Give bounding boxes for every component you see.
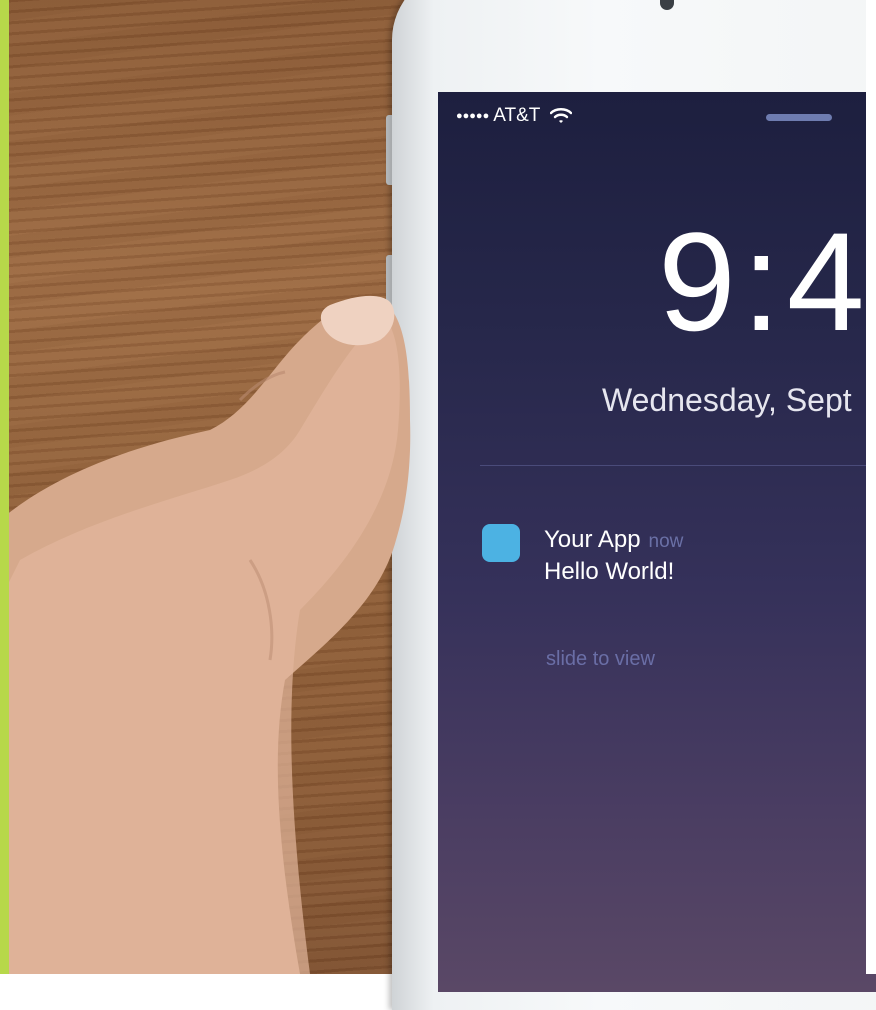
notification-center-grabber[interactable] [766,114,832,121]
app-icon [482,524,520,562]
notification-time: now [648,531,684,552]
right-gutter [866,0,876,974]
notification-app-name: Your App now [544,526,683,554]
status-bar: ●●●●● AT&T [456,104,573,128]
carrier-label: AT&T [493,105,541,126]
slide-to-view-hint[interactable]: slide to view [546,648,655,671]
divider [480,465,876,466]
notification-app-label: Your App [544,526,641,553]
lock-screen[interactable]: ●●●●● AT&T 9:4 Wednesday, Sept Your App n… [438,92,876,992]
notification-message: Hello World! [544,558,675,585]
accent-bar [0,0,9,974]
wifi-icon [550,108,573,123]
date-label: Wednesday, Sept [602,382,852,418]
signal-strength-icon: ●●●●● [456,110,490,122]
clock-time: 9:4 [658,203,871,360]
